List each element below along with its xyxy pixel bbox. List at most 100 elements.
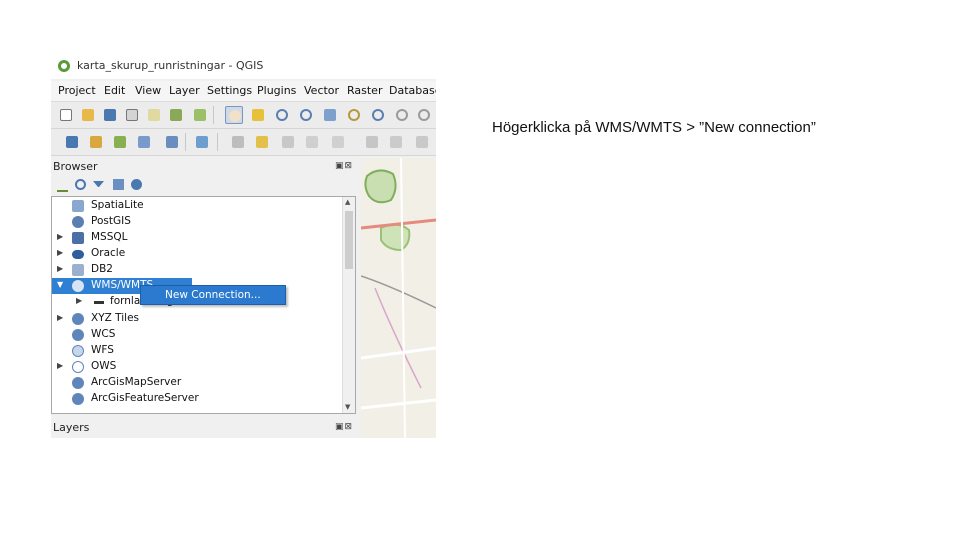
map-rendering bbox=[361, 158, 436, 438]
geopackage-icon bbox=[90, 136, 102, 148]
zoom-selection-icon bbox=[348, 109, 360, 121]
puzzle-icon bbox=[194, 109, 206, 121]
map-canvas[interactable] bbox=[361, 158, 436, 438]
browser-panel-title: Browser bbox=[53, 160, 98, 173]
new-geopackage-button[interactable] bbox=[87, 133, 105, 151]
menu-plugins[interactable]: Plugins bbox=[257, 84, 296, 97]
refresh-icon[interactable] bbox=[75, 179, 86, 190]
pen-icon bbox=[138, 136, 150, 148]
save-project-button[interactable] bbox=[101, 106, 119, 124]
delete-selected-button[interactable] bbox=[387, 133, 405, 151]
add-spatialite-button[interactable] bbox=[163, 133, 181, 151]
scroll-down-arrow-icon[interactable]: ▼ bbox=[345, 403, 350, 411]
collapse-all-icon[interactable] bbox=[113, 179, 124, 190]
tree-item-postgis[interactable]: PostGIS bbox=[52, 214, 345, 230]
globe-icon bbox=[72, 313, 84, 325]
tree-item-arcgis-mapserver[interactable]: ArcGisMapServer bbox=[52, 375, 345, 391]
data-source-manager-button[interactable] bbox=[63, 133, 81, 151]
qgis-window: karta_skurup_runristningar - QGIS Projec… bbox=[51, 53, 436, 438]
style-manager-icon bbox=[170, 109, 182, 121]
data-source-icon bbox=[66, 136, 78, 148]
expand-arrow-icon[interactable]: ▶ bbox=[57, 264, 63, 273]
vertex-tool-button[interactable] bbox=[329, 133, 347, 151]
add-delimited-text-button[interactable] bbox=[135, 133, 153, 151]
plugins-button[interactable] bbox=[191, 106, 209, 124]
add-vector-layer-button[interactable] bbox=[111, 133, 129, 151]
cut-features-button[interactable] bbox=[413, 133, 431, 151]
window-title: karta_skurup_runristningar - QGIS bbox=[77, 59, 264, 72]
show-layout-manager-button[interactable] bbox=[145, 106, 163, 124]
new-project-button[interactable] bbox=[57, 106, 75, 124]
layers-dock-buttons[interactable]: ▣⊠ bbox=[335, 422, 353, 432]
add-feature-button[interactable] bbox=[303, 133, 321, 151]
expand-arrow-icon[interactable]: ▶ bbox=[57, 232, 63, 241]
wfs-icon bbox=[72, 345, 84, 357]
scrollbar-thumb[interactable] bbox=[345, 211, 353, 269]
tree-item-spatialite[interactable]: SpatiaLite bbox=[52, 198, 345, 214]
pan-to-selection-button[interactable] bbox=[249, 106, 267, 124]
toolbar-separator bbox=[217, 133, 220, 151]
modify-attributes-button[interactable] bbox=[363, 133, 381, 151]
zoom-to-layer-button[interactable] bbox=[369, 106, 387, 124]
zoom-in-button[interactable] bbox=[273, 106, 291, 124]
wms-layer-icon bbox=[196, 136, 208, 148]
menu-project[interactable]: Project bbox=[58, 84, 96, 97]
current-edits-button[interactable] bbox=[229, 133, 247, 151]
attributes-icon bbox=[366, 136, 378, 148]
expand-arrow-icon[interactable]: ▶ bbox=[76, 296, 82, 305]
toolbar-separator bbox=[213, 106, 216, 124]
db2-icon bbox=[72, 264, 84, 276]
toggle-editing-button[interactable] bbox=[253, 133, 271, 151]
tree-item-wfs[interactable]: WFS bbox=[52, 343, 345, 359]
elephant-icon bbox=[72, 216, 84, 228]
zoom-full-button[interactable] bbox=[321, 106, 339, 124]
menu-view[interactable]: View bbox=[135, 84, 161, 97]
new-connection-menu-item[interactable]: New Connection... bbox=[165, 289, 261, 301]
layer-icon bbox=[94, 301, 104, 304]
open-project-button[interactable] bbox=[79, 106, 97, 124]
menu-raster[interactable]: Raster bbox=[347, 84, 382, 97]
context-menu-new-connection[interactable]: New Connection... bbox=[140, 285, 286, 305]
tree-item-ows[interactable]: ▶ OWS bbox=[52, 359, 345, 375]
qgis-logo-icon bbox=[58, 60, 70, 72]
new-print-layout-button[interactable] bbox=[123, 106, 141, 124]
menu-bar: Project Edit View Layer Settings Plugins… bbox=[51, 81, 436, 102]
zoom-in-icon bbox=[276, 109, 288, 121]
browser-scrollbar[interactable]: ▲ ▼ bbox=[342, 197, 355, 413]
save-edits-button[interactable] bbox=[279, 133, 297, 151]
menu-edit[interactable]: Edit bbox=[104, 84, 125, 97]
scroll-up-arrow-icon[interactable]: ▲ bbox=[345, 198, 350, 206]
add-selected-layers-icon[interactable] bbox=[57, 179, 68, 192]
expand-arrow-icon[interactable]: ▶ bbox=[57, 313, 63, 322]
style-manager-button[interactable] bbox=[167, 106, 185, 124]
tree-item-mssql[interactable]: ▶ MSSQL bbox=[52, 230, 345, 246]
expand-arrow-icon[interactable]: ▶ bbox=[57, 248, 63, 257]
browser-tree: SpatiaLite PostGIS ▶ MSSQL ▶ Oracle ▶ DB… bbox=[51, 196, 356, 414]
browser-dock-buttons[interactable]: ▣⊠ bbox=[335, 161, 353, 171]
zoom-to-selection-button[interactable] bbox=[345, 106, 363, 124]
zoom-last-button[interactable] bbox=[415, 106, 433, 124]
info-icon[interactable] bbox=[131, 179, 142, 190]
expand-arrow-icon[interactable]: ▶ bbox=[57, 361, 63, 370]
zoom-native-button[interactable] bbox=[393, 106, 411, 124]
tree-item-xyz-tiles[interactable]: ▶ XYZ Tiles bbox=[52, 311, 345, 327]
save-icon bbox=[104, 109, 116, 121]
pan-map-button[interactable] bbox=[225, 106, 243, 124]
menu-vector[interactable]: Vector bbox=[304, 84, 339, 97]
tree-item-arcgis-featureserver[interactable]: ArcGisFeatureServer bbox=[52, 391, 345, 407]
feather-icon bbox=[72, 200, 84, 212]
tree-item-oracle[interactable]: ▶ Oracle bbox=[52, 246, 345, 262]
mssql-icon bbox=[72, 232, 84, 244]
tree-item-wcs[interactable]: WCS bbox=[52, 327, 345, 343]
collapse-arrow-icon[interactable]: ▼ bbox=[57, 280, 63, 289]
zoom-native-icon bbox=[396, 109, 408, 121]
filter-icon[interactable] bbox=[93, 181, 104, 189]
menu-database[interactable]: Database bbox=[389, 84, 436, 97]
menu-layer[interactable]: Layer bbox=[169, 84, 200, 97]
save-edits-icon bbox=[282, 136, 294, 148]
zoom-out-button[interactable] bbox=[297, 106, 315, 124]
menu-settings[interactable]: Settings bbox=[207, 84, 252, 97]
edits-icon bbox=[232, 136, 244, 148]
tree-item-db2[interactable]: ▶ DB2 bbox=[52, 262, 345, 278]
add-wms-layer-button[interactable] bbox=[193, 133, 211, 151]
